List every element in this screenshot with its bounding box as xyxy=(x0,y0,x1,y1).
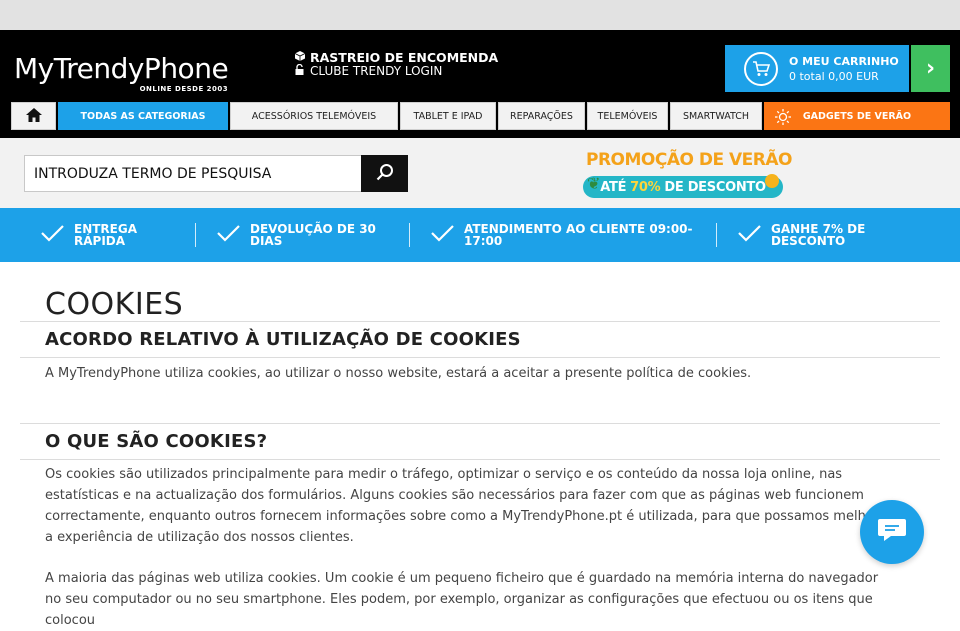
chevron-right-icon: › xyxy=(925,56,936,81)
main-nav: TODAS AS CATEGORIAS ACESSÓRIOS TELEMÓVEI… xyxy=(0,102,960,132)
usp-text: ENTREGA RÁPIDA xyxy=(74,222,137,248)
promo-discount-pill: ATÉ 70% DE DESCONTO xyxy=(583,176,783,198)
nav-summer-gadgets[interactable]: GADGETS DE VERÃO xyxy=(764,102,950,130)
promo-post: DE DESCONTO xyxy=(664,179,766,195)
site-header: MyTrendyPhone ONLINE DESDE 2003 RASTREIO… xyxy=(0,30,960,138)
ball-icon xyxy=(765,174,779,188)
section-paragraph: A MyTrendyPhone utiliza cookies, ao util… xyxy=(45,366,752,381)
search-icon xyxy=(376,163,394,185)
cart-button[interactable]: O MEU CARRINHO 0 total 0,00 EUR xyxy=(725,45,909,92)
home-icon xyxy=(25,107,42,125)
search-button[interactable] xyxy=(361,155,408,192)
nav-smartwatch[interactable]: SMARTWATCH xyxy=(670,102,762,130)
usp-divider xyxy=(409,223,410,247)
usp-returns: DEVOLUÇÃO DE 30 DIAS xyxy=(216,208,406,262)
usp-text: GANHE 7% DE DESCONTO xyxy=(771,222,866,248)
sun-icon xyxy=(775,109,791,128)
cart-text: O MEU CARRINHO 0 total 0,00 EUR xyxy=(789,55,899,83)
nav-all-categories[interactable]: TODAS AS CATEGORIAS xyxy=(58,102,228,130)
nav-phones[interactable]: TELEMÓVEIS xyxy=(587,102,668,130)
divider xyxy=(20,459,940,460)
nav-tablet-ipad[interactable]: TABLET E IPAD xyxy=(400,102,496,130)
usp-divider xyxy=(195,223,196,247)
box-icon xyxy=(294,50,307,64)
nav-phone-accessories[interactable]: ACESSÓRIOS TELEMÓVEIS xyxy=(230,102,398,130)
cart-title: O MEU CARRINHO xyxy=(789,54,899,68)
chat-button[interactable] xyxy=(860,500,924,564)
check-icon xyxy=(430,224,455,246)
chat-icon xyxy=(877,517,907,547)
logo-tagline: ONLINE DESDE 2003 xyxy=(139,85,229,93)
promo-highlight: 70% xyxy=(630,179,661,195)
usp-text: DEVOLUÇÃO DE 30 DIAS xyxy=(250,222,376,248)
logo-text: MyTrendyPhone xyxy=(14,52,229,85)
usp-text: ATENDIMENTO AO CLIENTE 09:00-17:00 xyxy=(464,222,693,248)
check-icon xyxy=(216,224,241,246)
divider xyxy=(20,423,940,424)
usp-customer-service: ATENDIMENTO AO CLIENTE 09:00-17:00 xyxy=(430,208,710,262)
browser-chrome-bar xyxy=(0,0,960,30)
summer-promo-banner[interactable]: PROMOÇÃO DE VERÃO ATÉ 70% DE DESCONTO ❦ xyxy=(583,150,792,198)
top-links: RASTREIO DE ENCOMENDA CLUBE TRENDY LOGIN xyxy=(294,49,499,78)
check-icon xyxy=(40,224,65,246)
search-input[interactable] xyxy=(24,155,362,192)
club-login-label: CLUBE TRENDY LOGIN xyxy=(310,64,443,78)
check-icon xyxy=(737,224,762,246)
usp-fast-delivery: ENTREGA RÁPIDA xyxy=(40,208,190,262)
track-order-link[interactable]: RASTREIO DE ENCOMENDA xyxy=(294,49,499,65)
checkout-arrow-button[interactable]: › xyxy=(911,45,950,92)
page-title: COOKIES xyxy=(45,287,184,322)
search-area: PROMOÇÃO DE VERÃO ATÉ 70% DE DESCONTO ❦ xyxy=(0,138,960,208)
nav-summer-gadgets-label: GADGETS DE VERÃO xyxy=(802,110,912,122)
lock-icon xyxy=(295,63,307,78)
usp-divider xyxy=(716,223,717,247)
promo-title: PROMOÇÃO DE VERÃO xyxy=(586,150,792,170)
cart-summary: 0 total 0,00 EUR xyxy=(789,69,879,83)
nav-home-button[interactable] xyxy=(11,102,56,130)
section-paragraph: Os cookies são utilizados principalmente… xyxy=(45,467,893,545)
divider xyxy=(20,357,940,358)
leaf-icon: ❦ xyxy=(587,174,601,193)
nav-repairs[interactable]: REPARAÇÕES xyxy=(498,102,585,130)
divider xyxy=(20,321,940,322)
usp-discount: GANHE 7% DE DESCONTO xyxy=(737,208,937,262)
cart-icon xyxy=(744,51,778,86)
site-logo[interactable]: MyTrendyPhone ONLINE DESDE 2003 xyxy=(14,52,229,94)
section-heading: O QUE SÃO COOKIES? xyxy=(45,431,268,452)
promo-pre: ATÉ xyxy=(600,179,627,195)
club-login-link[interactable]: CLUBE TRENDY LOGIN xyxy=(295,63,498,78)
section-heading: ACORDO RELATIVO À UTILIZAÇÃO DE COOKIES xyxy=(45,329,521,350)
track-order-label: RASTREIO DE ENCOMENDA xyxy=(310,49,499,65)
usp-bar: ENTREGA RÁPIDA DEVOLUÇÃO DE 30 DIAS ATEN… xyxy=(0,208,960,262)
